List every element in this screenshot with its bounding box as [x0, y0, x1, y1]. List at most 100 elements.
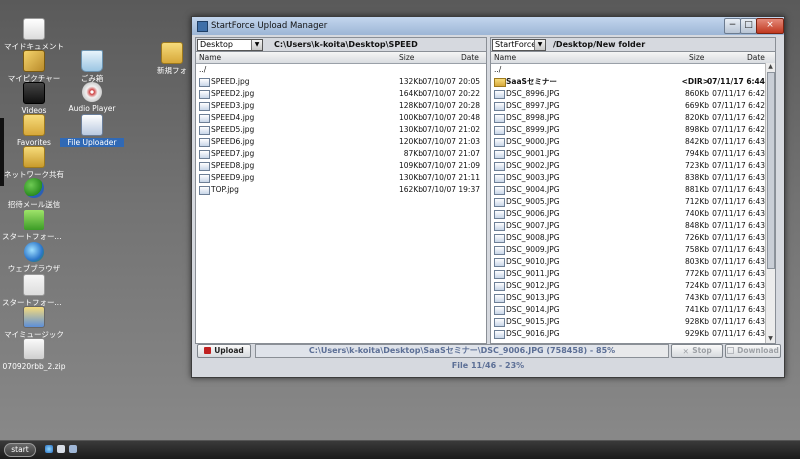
- stop-button[interactable]: ✕ Stop: [671, 344, 723, 358]
- desktop-icon[interactable]: マイミュージック: [2, 306, 66, 339]
- local-location-select[interactable]: Desktop ▼: [197, 39, 263, 51]
- image-file-icon: [494, 210, 505, 219]
- desktop-icon-label: File Uploader: [60, 138, 124, 147]
- col-name[interactable]: Name: [199, 53, 221, 62]
- file-row[interactable]: TOP.jpg 162Kb 07/10/07 19:37: [196, 184, 486, 196]
- remote-path-bar: StartForce ▼ /Desktop/New folder: [491, 38, 775, 52]
- image-file-icon: [199, 174, 210, 183]
- file-row[interactable]: DSC_9012.JPG 724Kb 07/11/17 6:43: [491, 280, 775, 292]
- file-row[interactable]: DSC_9007.JPG 848Kb 07/11/17 6:43: [491, 220, 775, 232]
- desktop-icon[interactable]: 招待メール送信: [2, 178, 66, 209]
- file-row[interactable]: SPEED5.jpg 130Kb 07/10/07 21:02: [196, 124, 486, 136]
- file-size: 164Kb: [399, 89, 423, 98]
- file-row[interactable]: DSC_8999.JPG 898Kb 07/11/17 6:42: [491, 124, 775, 136]
- remote-path: /Desktop/New folder: [553, 40, 646, 49]
- zip-icon: [23, 338, 45, 360]
- file-row[interactable]: DSC_9013.JPG 743Kb 07/11/17 6:43: [491, 292, 775, 304]
- desktop-icon[interactable]: マイピクチャー: [2, 50, 66, 83]
- folder-icon: [161, 42, 183, 64]
- remote-scrollbar[interactable]: ▲ ▼: [765, 63, 775, 343]
- desktop-icon[interactable]: スタートフォース ...: [2, 274, 66, 307]
- file-row[interactable]: SPEED7.jpg 87Kb 07/10/07 21:07: [196, 148, 486, 160]
- chevron-down-icon[interactable]: ▼: [251, 40, 262, 50]
- col-size[interactable]: Size: [399, 53, 414, 62]
- chevron-down-icon[interactable]: ▼: [534, 40, 545, 50]
- file-row[interactable]: DSC_9011.JPG 772Kb 07/11/17 6:43: [491, 268, 775, 280]
- file-name: DSC_9011.JPG: [506, 269, 560, 278]
- cd-icon: [82, 82, 102, 102]
- minimize-button[interactable]: −: [724, 18, 741, 34]
- remote-column-header: Name Size Date: [491, 52, 775, 64]
- parent-dir-row[interactable]: ../: [491, 64, 775, 76]
- desktop-icon[interactable]: Favorites: [2, 114, 66, 147]
- scroll-up-icon[interactable]: ▲: [766, 63, 775, 71]
- file-row[interactable]: DSC_9016.JPG 929Kb 07/11/17 6:43: [491, 328, 775, 340]
- desktop-icon[interactable]: ごみ箱: [60, 50, 124, 83]
- col-size[interactable]: Size: [689, 53, 704, 62]
- file-date: 07/11/17 6:42: [712, 89, 765, 98]
- col-date[interactable]: Date: [747, 53, 765, 62]
- file-row[interactable]: DSC_9005.JPG 712Kb 07/11/17 6:43: [491, 196, 775, 208]
- file-row[interactable]: DSC_9000.JPG 842Kb 07/11/17 6:43: [491, 136, 775, 148]
- file-date: 07/11/17 6:43: [712, 173, 765, 182]
- progress-text: C:\Users\k-koita\Desktop\SaaSセミナー\DSC_90…: [308, 346, 616, 355]
- upload-button[interactable]: Upload: [197, 344, 251, 358]
- desktop-icon[interactable]: Videos: [2, 82, 66, 115]
- file-row[interactable]: DSC_8997.JPG 669Kb 07/11/17 6:42: [491, 100, 775, 112]
- file-date: 07/10/07 20:28: [422, 101, 480, 110]
- file-size: 162Kb: [399, 185, 423, 194]
- desktop-icon[interactable]: ウェブブラウザ: [2, 242, 66, 273]
- folder-row[interactable]: SaaSセミナー <DIR> 07/11/17 6:44: [491, 76, 775, 88]
- mail-tray-icon[interactable]: [57, 445, 65, 453]
- file-row[interactable]: DSC_9014.JPG 741Kb 07/11/17 6:43: [491, 304, 775, 316]
- col-name[interactable]: Name: [494, 53, 516, 62]
- title-bar[interactable]: StartForce Upload Manager − □ ×: [192, 17, 784, 35]
- start-button[interactable]: start: [4, 443, 36, 457]
- desktop-icon-label: Audio Player: [68, 104, 116, 113]
- remote-file-list: ../ SaaSセミナー <DIR> 07/11/17 6:44 DSC_899…: [491, 64, 775, 340]
- file-size: 726Kb: [685, 233, 709, 242]
- file-row[interactable]: DSC_8998.JPG 820Kb 07/11/17 6:42: [491, 112, 775, 124]
- parent-dir-row[interactable]: ../: [196, 64, 486, 76]
- file-row[interactable]: DSC_9003.JPG 838Kb 07/11/17 6:43: [491, 172, 775, 184]
- desktop-icon[interactable]: ネットワーク共有: [2, 146, 66, 179]
- image-file-icon: [199, 162, 210, 171]
- desktop-icon[interactable]: スタートフォース ...: [2, 210, 66, 241]
- file-row[interactable]: DSC_9008.JPG 726Kb 07/11/17 6:43: [491, 232, 775, 244]
- file-row[interactable]: SPEED9.jpg 130Kb 07/10/07 21:11: [196, 172, 486, 184]
- file-row[interactable]: SPEED8.jpg 109Kb 07/10/07 21:09: [196, 160, 486, 172]
- desktop-icon[interactable]: Audio Player: [60, 82, 124, 113]
- file-row[interactable]: DSC_9009.JPG 758Kb 07/11/17 6:43: [491, 244, 775, 256]
- file-name: DSC_8998.JPG: [506, 113, 560, 122]
- scroll-down-icon[interactable]: ▼: [766, 335, 775, 343]
- remote-location-select[interactable]: StartForce ▼: [492, 39, 546, 51]
- file-row[interactable]: DSC_9006.JPG 740Kb 07/11/17 6:43: [491, 208, 775, 220]
- network-folder-icon: [23, 146, 45, 168]
- file-row[interactable]: SPEED.jpg 132Kb 07/10/07 20:05: [196, 76, 486, 88]
- desktop-icon[interactable]: マイドキュメント: [2, 18, 66, 51]
- file-date: 07/11/17 6:43: [712, 197, 765, 206]
- window-tray-icon[interactable]: [69, 445, 77, 453]
- maximize-button[interactable]: □: [740, 18, 757, 34]
- file-row[interactable]: DSC_9010.JPG 803Kb 07/11/17 6:43: [491, 256, 775, 268]
- file-row[interactable]: DSC_9015.JPG 928Kb 07/11/17 6:43: [491, 316, 775, 328]
- file-date: 07/11/17 6:43: [712, 209, 765, 218]
- download-button[interactable]: Download: [725, 344, 781, 358]
- overall-status: File 11/46 - 23%: [451, 361, 525, 370]
- file-size: 130Kb: [399, 173, 423, 182]
- file-row[interactable]: SPEED3.jpg 128Kb 07/10/07 20:28: [196, 100, 486, 112]
- desktop-icon[interactable]: 070920rbb_2.zip: [2, 338, 66, 371]
- close-button[interactable]: ×: [756, 18, 784, 34]
- scroll-thumb[interactable]: [767, 72, 775, 269]
- file-row[interactable]: DSC_9001.JPG 794Kb 07/11/17 6:43: [491, 148, 775, 160]
- desktop-icon[interactable]: File Uploader: [60, 114, 124, 147]
- file-row[interactable]: SPEED4.jpg 100Kb 07/10/07 20:48: [196, 112, 486, 124]
- col-date[interactable]: Date: [461, 53, 479, 62]
- globe-tray-icon[interactable]: [45, 445, 53, 453]
- file-row[interactable]: DSC_9002.JPG 723Kb 07/11/17 6:43: [491, 160, 775, 172]
- file-date: 07/11/17 6:43: [712, 281, 765, 290]
- file-row[interactable]: DSC_9004.JPG 881Kb 07/11/17 6:43: [491, 184, 775, 196]
- file-row[interactable]: DSC_8996.JPG 860Kb 07/11/17 6:42: [491, 88, 775, 100]
- file-row[interactable]: SPEED6.jpg 120Kb 07/10/07 21:03: [196, 136, 486, 148]
- file-row[interactable]: SPEED2.jpg 164Kb 07/10/07 20:22: [196, 88, 486, 100]
